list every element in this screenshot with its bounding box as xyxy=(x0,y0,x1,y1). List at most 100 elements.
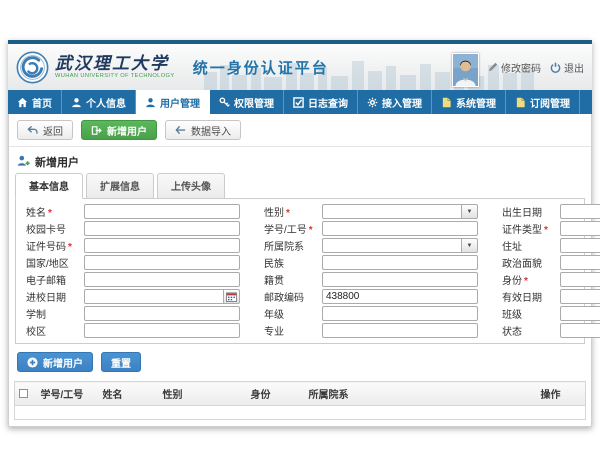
address-input[interactable] xyxy=(560,238,600,253)
calendar-icon[interactable] xyxy=(223,289,240,304)
name-input[interactable] xyxy=(84,204,240,219)
form-field-id-number: 证件号码* xyxy=(18,237,256,254)
enroll-date-input[interactable] xyxy=(84,289,224,304)
class-input[interactable] xyxy=(560,306,600,321)
power-icon xyxy=(550,62,561,73)
reset-button[interactable]: 重置 xyxy=(101,352,141,372)
field-label: 籍贯 xyxy=(264,272,322,287)
form-field-enroll-date: 进校日期 xyxy=(18,288,256,305)
nav-item-3[interactable]: 用户管理 xyxy=(136,90,210,114)
form-field-country-region: 国家/地区 xyxy=(18,254,256,271)
form-field-postal-code: 邮政编码 xyxy=(256,288,494,305)
required-asterisk: * xyxy=(68,242,72,253)
id-type-input[interactable] xyxy=(560,221,600,236)
file-icon xyxy=(441,97,452,108)
form-field-identity: 身份* xyxy=(494,271,600,288)
required-asterisk: * xyxy=(48,208,52,219)
nav-item-4[interactable]: 权限管理 xyxy=(210,90,284,114)
tab-2[interactable]: 扩展信息 xyxy=(86,173,154,199)
form-field-campus-card-no: 校园卡号 xyxy=(18,220,256,237)
identity-input[interactable] xyxy=(560,272,600,287)
required-asterisk: * xyxy=(309,225,313,236)
back-button[interactable]: 返回 xyxy=(17,120,73,140)
birth-date-input[interactable] xyxy=(560,204,600,219)
email-input[interactable] xyxy=(84,272,240,287)
select-all-checkbox[interactable] xyxy=(19,389,28,398)
student-or-staff-id-input[interactable] xyxy=(322,221,478,236)
file-icon xyxy=(515,97,526,108)
grade-input[interactable] xyxy=(322,306,478,321)
campus-card-no-input[interactable] xyxy=(84,221,240,236)
nav-item-5[interactable]: 日志查询 xyxy=(284,90,358,114)
country-region-input[interactable] xyxy=(84,255,240,270)
data-import-button[interactable]: 数据导入 xyxy=(165,120,241,140)
avatar[interactable] xyxy=(452,53,479,87)
home-icon xyxy=(17,97,28,108)
tab-3[interactable]: 上传头像 xyxy=(157,173,225,199)
required-asterisk: * xyxy=(544,225,548,236)
status-input[interactable] xyxy=(560,323,600,338)
id-number-input[interactable] xyxy=(84,238,240,253)
new-user-toolbar-button[interactable]: 新增用户 xyxy=(81,120,157,140)
postal-code-input[interactable] xyxy=(322,289,478,304)
field-label: 性别* xyxy=(264,204,322,219)
university-name-en: WUHAN UNIVERSITY OF TECHNOLOGY xyxy=(55,73,175,79)
person-icon xyxy=(71,97,82,108)
department-input[interactable] xyxy=(322,238,462,253)
submit-new-user-button[interactable]: 新增用户 xyxy=(17,352,93,372)
political-status-input[interactable] xyxy=(560,255,600,270)
section-title: 新增用户 xyxy=(35,154,79,170)
nav-item-7[interactable]: 系统管理 xyxy=(432,90,506,114)
field-label: 校园卡号 xyxy=(26,221,84,236)
nav-item-2[interactable]: 个人信息 xyxy=(62,90,136,114)
new-user-label: 新增用户 xyxy=(107,123,147,138)
section-header: 新增用户 xyxy=(17,154,583,170)
user-table: 学号/工号姓名性别身份所属院系操作 xyxy=(14,381,586,420)
nav-item-label: 订阅管理 xyxy=(530,95,570,110)
university-name: 武汉理工大学 xyxy=(55,55,181,73)
reset-label: 重置 xyxy=(111,355,131,370)
gender-input[interactable] xyxy=(322,204,462,219)
field-label: 国家/地区 xyxy=(26,255,84,270)
data-import-label: 数据导入 xyxy=(191,123,231,138)
university-name-block: 武汉理工大学 WUHAN UNIVERSITY OF TECHNOLOGY xyxy=(55,55,181,79)
form-field-email: 电子邮箱 xyxy=(18,271,256,288)
column-header-1: 学号/工号 xyxy=(37,382,99,406)
change-password-link[interactable]: 修改密码 xyxy=(488,60,541,75)
tab-1[interactable]: 基本信息 xyxy=(15,173,83,199)
ethnicity-input[interactable] xyxy=(322,255,478,270)
chevron-down-icon[interactable]: ▼ xyxy=(461,238,478,253)
native-place-input[interactable] xyxy=(322,272,478,287)
field-label: 学号/工号* xyxy=(264,221,322,236)
screenshot-canvas: 武汉理工大学 WUHAN UNIVERSITY OF TECHNOLOGY 统一… xyxy=(0,0,600,450)
nav-item-8[interactable]: 订阅管理 xyxy=(506,90,580,114)
field-label: 校区 xyxy=(26,323,84,338)
app-window: 武汉理工大学 WUHAN UNIVERSITY OF TECHNOLOGY 统一… xyxy=(8,40,592,427)
column-header-2: 姓名 xyxy=(99,382,159,406)
form-field-department: 所属院系▼ xyxy=(256,237,494,254)
arrow-left-icon xyxy=(175,125,186,135)
field-label: 证件类型* xyxy=(502,221,560,236)
form-field-gender: 性别* ▼ xyxy=(256,203,494,220)
logout-link[interactable]: 退出 xyxy=(550,60,584,75)
chevron-down-icon[interactable]: ▼ xyxy=(461,204,478,219)
header-right: 修改密码 退出 xyxy=(452,47,584,87)
form-field-education-length: 学制 xyxy=(18,305,256,322)
form-field-ethnicity: 民族 xyxy=(256,254,494,271)
gear-icon xyxy=(367,97,378,108)
campus-input[interactable] xyxy=(84,323,240,338)
form-field-class: 班级 xyxy=(494,305,600,322)
field-label: 住址 xyxy=(502,238,560,253)
nav-bar: 首页个人信息用户管理权限管理 日志查询接入管理系统管理 订阅管理 xyxy=(8,90,592,114)
major-input[interactable] xyxy=(322,323,478,338)
app-header: 武汉理工大学 WUHAN UNIVERSITY OF TECHNOLOGY 统一… xyxy=(8,44,592,90)
valid-date-input[interactable] xyxy=(560,289,600,304)
nav-item-6[interactable]: 接入管理 xyxy=(358,90,432,114)
change-password-label: 修改密码 xyxy=(501,60,541,75)
nav-item-1[interactable]: 首页 xyxy=(8,90,62,114)
form-field-name: 姓名* xyxy=(18,203,256,220)
form-panel: 姓名*性别*▼出生日期校园卡号学号/工号*证件类型*证件号码*所属院系▼住址国家… xyxy=(15,198,585,344)
nav-item-label: 日志查询 xyxy=(308,95,348,110)
column-header-4: 身份 xyxy=(247,382,305,406)
education-length-input[interactable] xyxy=(84,306,240,321)
